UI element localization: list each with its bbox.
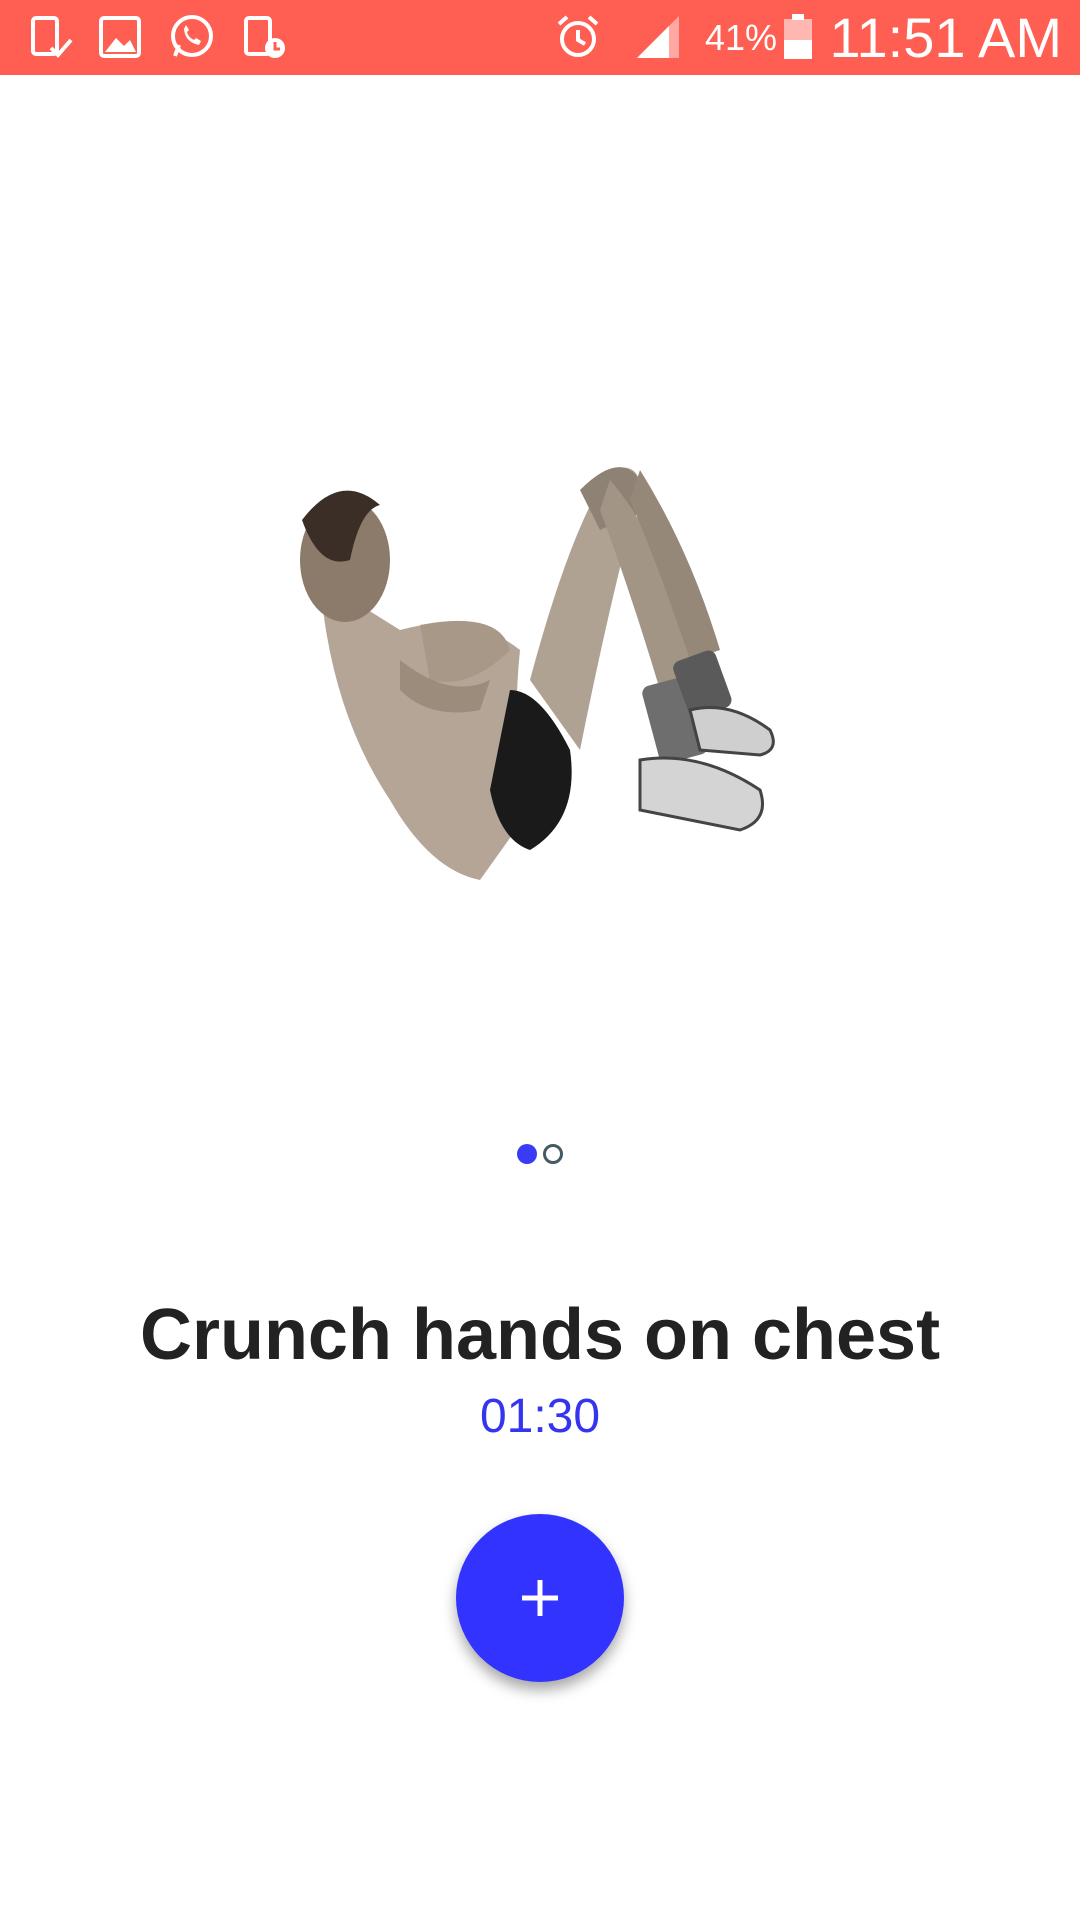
add-exercise-button[interactable] [456, 1514, 624, 1682]
gallery-icon [96, 12, 146, 62]
status-bar: 41% 11:51 AM [0, 0, 1080, 75]
status-time: 11:51 AM [829, 6, 1062, 69]
pager-dot-inactive[interactable] [543, 1144, 563, 1164]
signal-icon [633, 12, 683, 62]
sim-check-icon [25, 12, 75, 62]
plus-icon [522, 1580, 558, 1616]
whatsapp-icon [167, 12, 217, 62]
alarm-icon [553, 12, 603, 62]
exercise-title: Crunch hands on chest [139, 1295, 941, 1375]
battery-percent: 41% [705, 17, 778, 58]
pager-dot-active[interactable] [517, 1144, 537, 1164]
crunch-illustration [280, 450, 820, 920]
image-pager-indicator [0, 1144, 1080, 1168]
sim-clock-icon [240, 12, 290, 62]
exercise-duration: 01:30 [479, 1390, 601, 1443]
exercise-screen: 41% 11:51 AM Crunch hands on chest 01:30 [0, 0, 1080, 1920]
battery-icon [780, 12, 816, 62]
